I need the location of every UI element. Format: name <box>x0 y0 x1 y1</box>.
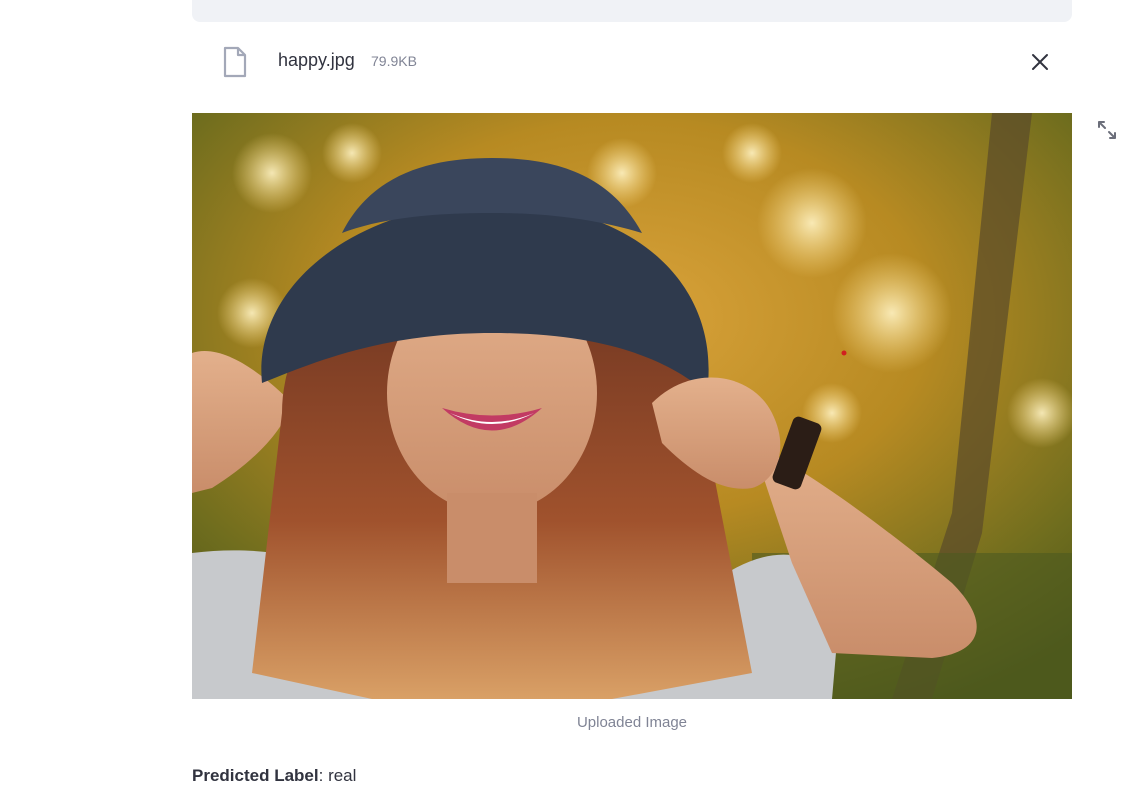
uploaded-file-row: happy.jpg 79.9KB <box>192 40 1072 84</box>
predicted-label-title: Predicted Label <box>192 766 319 785</box>
predicted-label-separator: : <box>318 766 329 785</box>
file-size: 79.9KB <box>371 53 417 69</box>
page: happy.jpg 79.9KB Uploaded Image Predicte… <box>0 0 1141 812</box>
close-icon[interactable] <box>1028 50 1052 74</box>
fullscreen-icon[interactable] <box>1097 120 1117 140</box>
file-dropzone[interactable] <box>192 0 1072 22</box>
predicted-label-value: real <box>328 766 357 785</box>
image-caption: Uploaded Image <box>576 714 688 731</box>
file-name: happy.jpg <box>278 50 355 70</box>
predicted-label: Predicted Label: real <box>192 766 356 786</box>
uploaded-image <box>192 113 1072 699</box>
file-icon <box>222 46 248 78</box>
